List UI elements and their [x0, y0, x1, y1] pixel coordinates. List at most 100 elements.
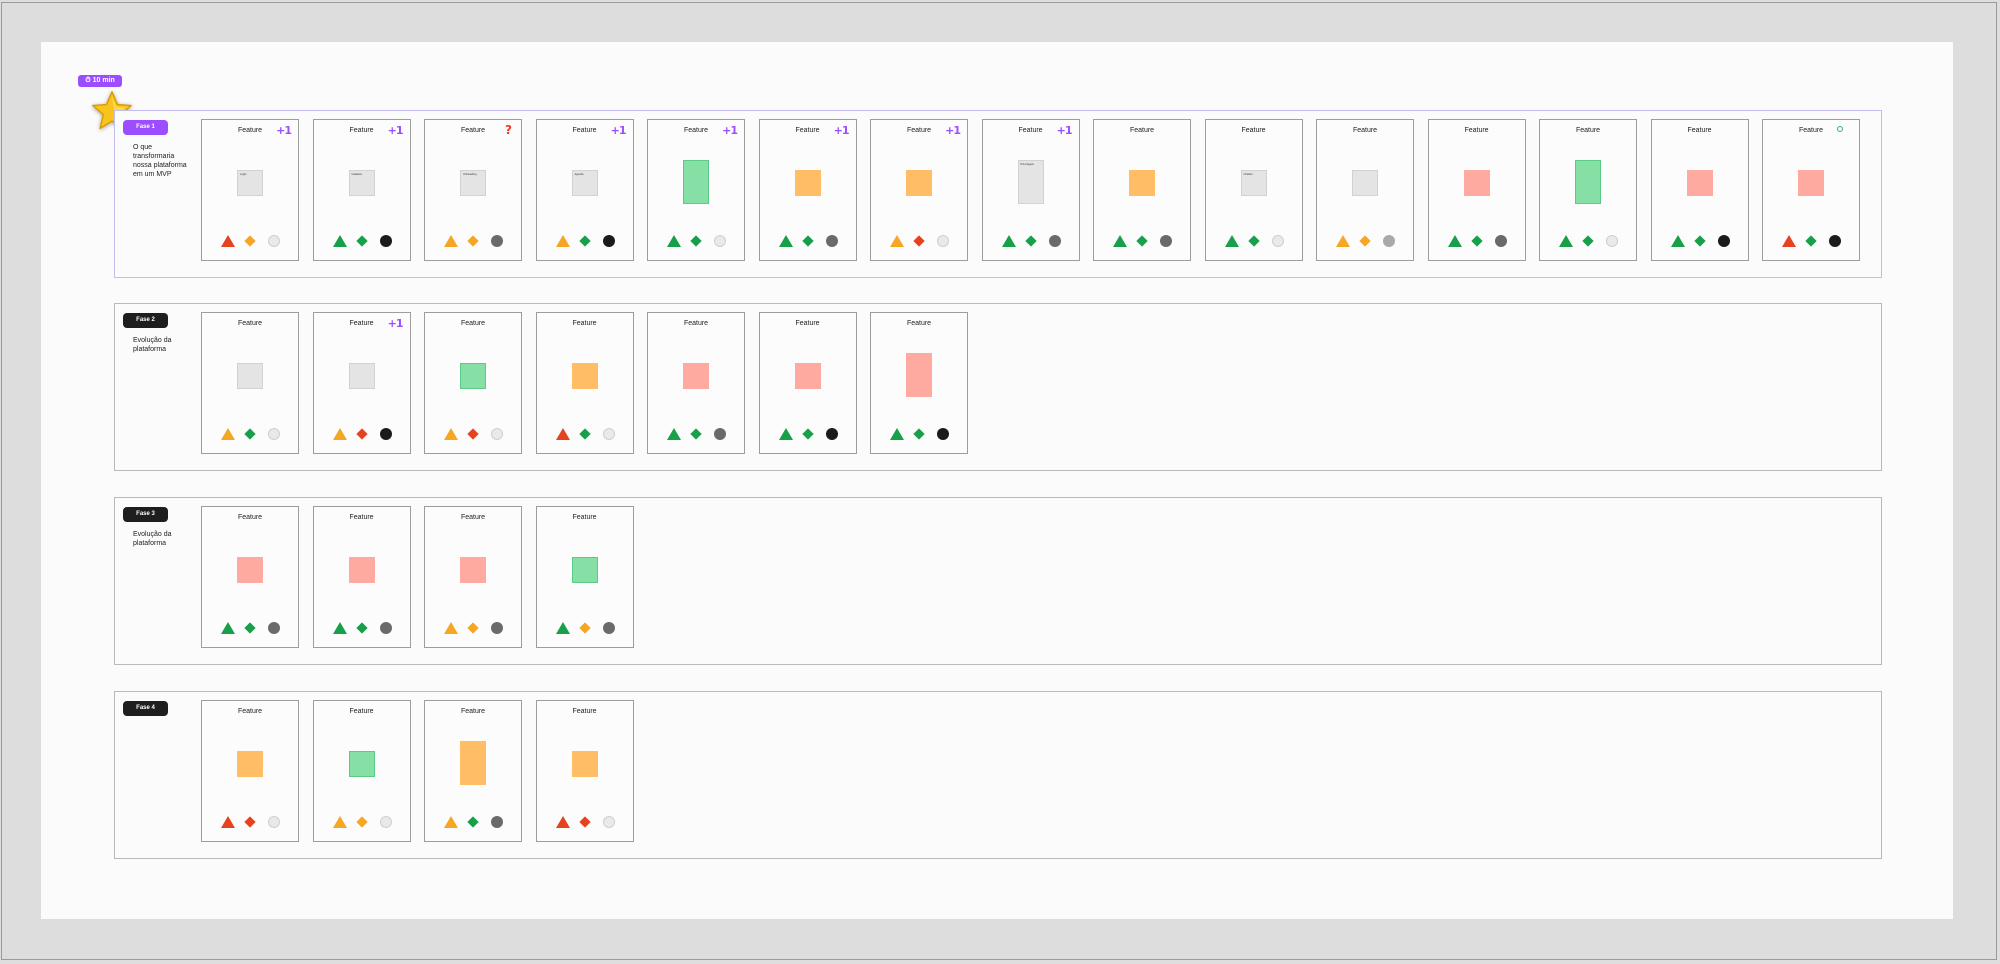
- triangle-icon[interactable]: [221, 816, 235, 828]
- triangle-icon[interactable]: [667, 428, 681, 440]
- sticky-note[interactable]: [1575, 160, 1601, 204]
- feature-card[interactable]: Feature: [312, 700, 411, 842]
- sticky-note[interactable]: [1463, 170, 1490, 196]
- circle-icon[interactable]: [1383, 235, 1395, 247]
- feature-card[interactable]: Feature: [1650, 119, 1749, 261]
- feature-card[interactable]: Feature: [424, 700, 522, 842]
- diamond-icon[interactable]: [1805, 235, 1817, 247]
- feature-card[interactable]: Feature? Onboarding: [424, 119, 522, 261]
- sticky-note[interactable]: [906, 353, 932, 397]
- circle-icon[interactable]: [602, 816, 615, 828]
- circle-icon[interactable]: [379, 428, 392, 440]
- feature-card[interactable]: Feature: [1093, 119, 1191, 261]
- triangle-icon[interactable]: [555, 235, 570, 247]
- circle-icon[interactable]: [1271, 235, 1284, 247]
- circle-icon[interactable]: [491, 235, 503, 247]
- circle-icon[interactable]: [1717, 235, 1730, 247]
- sticky-note[interactable]: Login: [237, 170, 263, 196]
- triangle-icon[interactable]: [444, 816, 458, 828]
- circle-icon[interactable]: [379, 622, 392, 634]
- triangle-icon[interactable]: [1670, 235, 1685, 247]
- diamond-icon[interactable]: [467, 235, 479, 247]
- circle-icon[interactable]: [1494, 235, 1507, 247]
- triangle-icon[interactable]: [1447, 235, 1462, 247]
- sticky-note[interactable]: [683, 160, 709, 204]
- diamond-icon[interactable]: [1247, 235, 1260, 247]
- sticky-note[interactable]: [460, 741, 486, 785]
- diamond-icon[interactable]: [801, 235, 814, 247]
- sticky-note[interactable]: [348, 557, 375, 583]
- triangle-icon[interactable]: [444, 622, 458, 634]
- feature-card[interactable]: Feature Chatbot: [1204, 119, 1303, 261]
- diamond-icon[interactable]: [1024, 235, 1037, 247]
- diamond-icon[interactable]: [244, 428, 256, 440]
- sticky-note[interactable]: Agenda: [571, 170, 598, 196]
- sticky-note[interactable]: [683, 363, 709, 389]
- diamond-icon[interactable]: [355, 235, 368, 247]
- diamond-icon[interactable]: [244, 622, 256, 634]
- circle-icon[interactable]: [491, 428, 503, 440]
- feature-card[interactable]: Feature: [535, 506, 634, 648]
- feature-card[interactable]: Feature: [424, 506, 522, 648]
- diamond-icon[interactable]: [1470, 235, 1483, 247]
- phase-section-4[interactable]: Fase 4 Feature Feature Feature Feature: [114, 691, 1882, 859]
- triangle-icon[interactable]: [1336, 235, 1350, 247]
- sticky-note[interactable]: [237, 363, 263, 389]
- circle-icon[interactable]: [714, 428, 726, 440]
- feature-card[interactable]: Feature +1 Cadastro: [312, 119, 411, 261]
- triangle-icon[interactable]: [221, 235, 235, 247]
- sticky-note[interactable]: [794, 170, 821, 196]
- sticky-note[interactable]: [571, 557, 598, 583]
- feature-card[interactable]: Feature: [647, 312, 745, 454]
- feature-card[interactable]: Feature +1: [758, 119, 857, 261]
- diamond-icon[interactable]: [578, 235, 591, 247]
- triangle-icon[interactable]: [555, 816, 570, 828]
- sticky-note[interactable]: [237, 557, 263, 583]
- circle-icon[interactable]: [602, 622, 615, 634]
- triangle-icon[interactable]: [332, 428, 347, 440]
- triangle-icon[interactable]: [1559, 235, 1573, 247]
- diamond-icon[interactable]: [1136, 235, 1148, 247]
- timer-badge[interactable]: ⏱ 10 min: [78, 75, 122, 87]
- sticky-note[interactable]: [348, 751, 375, 777]
- feature-card[interactable]: Feature: [535, 700, 634, 842]
- feature-card[interactable]: Feature: [201, 700, 299, 842]
- triangle-icon[interactable]: [444, 428, 458, 440]
- triangle-icon[interactable]: [667, 235, 681, 247]
- circle-icon[interactable]: [1048, 235, 1061, 247]
- diamond-icon[interactable]: [913, 428, 925, 440]
- feature-card[interactable]: Feature +1 Login: [201, 119, 299, 261]
- triangle-icon[interactable]: [890, 428, 904, 440]
- circle-icon[interactable]: [714, 235, 726, 247]
- sticky-note[interactable]: Pré-triagem: [1017, 160, 1044, 204]
- feature-card[interactable]: Feature +1 Pré-triagem: [981, 119, 1080, 261]
- sticky-note[interactable]: [348, 363, 375, 389]
- sticky-note[interactable]: [571, 363, 598, 389]
- sticky-note[interactable]: [237, 751, 263, 777]
- sticky-note[interactable]: [1129, 170, 1155, 196]
- triangle-icon[interactable]: [1113, 235, 1127, 247]
- triangle-icon[interactable]: [778, 235, 793, 247]
- feature-card[interactable]: Feature: [424, 312, 522, 454]
- circle-icon[interactable]: [268, 622, 280, 634]
- feature-card[interactable]: Feature: [312, 506, 411, 648]
- triangle-icon[interactable]: [1001, 235, 1016, 247]
- diamond-icon[interactable]: [913, 235, 925, 247]
- diamond-icon[interactable]: [355, 428, 368, 440]
- feature-card[interactable]: Feature: [758, 312, 857, 454]
- circle-icon[interactable]: [602, 428, 615, 440]
- circle-icon[interactable]: [379, 816, 392, 828]
- circle-icon[interactable]: [825, 235, 838, 247]
- diamond-icon[interactable]: [578, 622, 591, 634]
- circle-icon[interactable]: [268, 816, 280, 828]
- triangle-icon[interactable]: [890, 235, 904, 247]
- sticky-note[interactable]: [1686, 170, 1713, 196]
- triangle-icon[interactable]: [221, 428, 235, 440]
- circle-icon[interactable]: [491, 816, 503, 828]
- triangle-icon[interactable]: [1782, 235, 1796, 247]
- phase-badge[interactable]: Fase 1: [123, 120, 168, 135]
- diamond-icon[interactable]: [1693, 235, 1706, 247]
- triangle-icon[interactable]: [778, 428, 793, 440]
- diamond-icon[interactable]: [467, 428, 479, 440]
- diamond-icon[interactable]: [467, 622, 479, 634]
